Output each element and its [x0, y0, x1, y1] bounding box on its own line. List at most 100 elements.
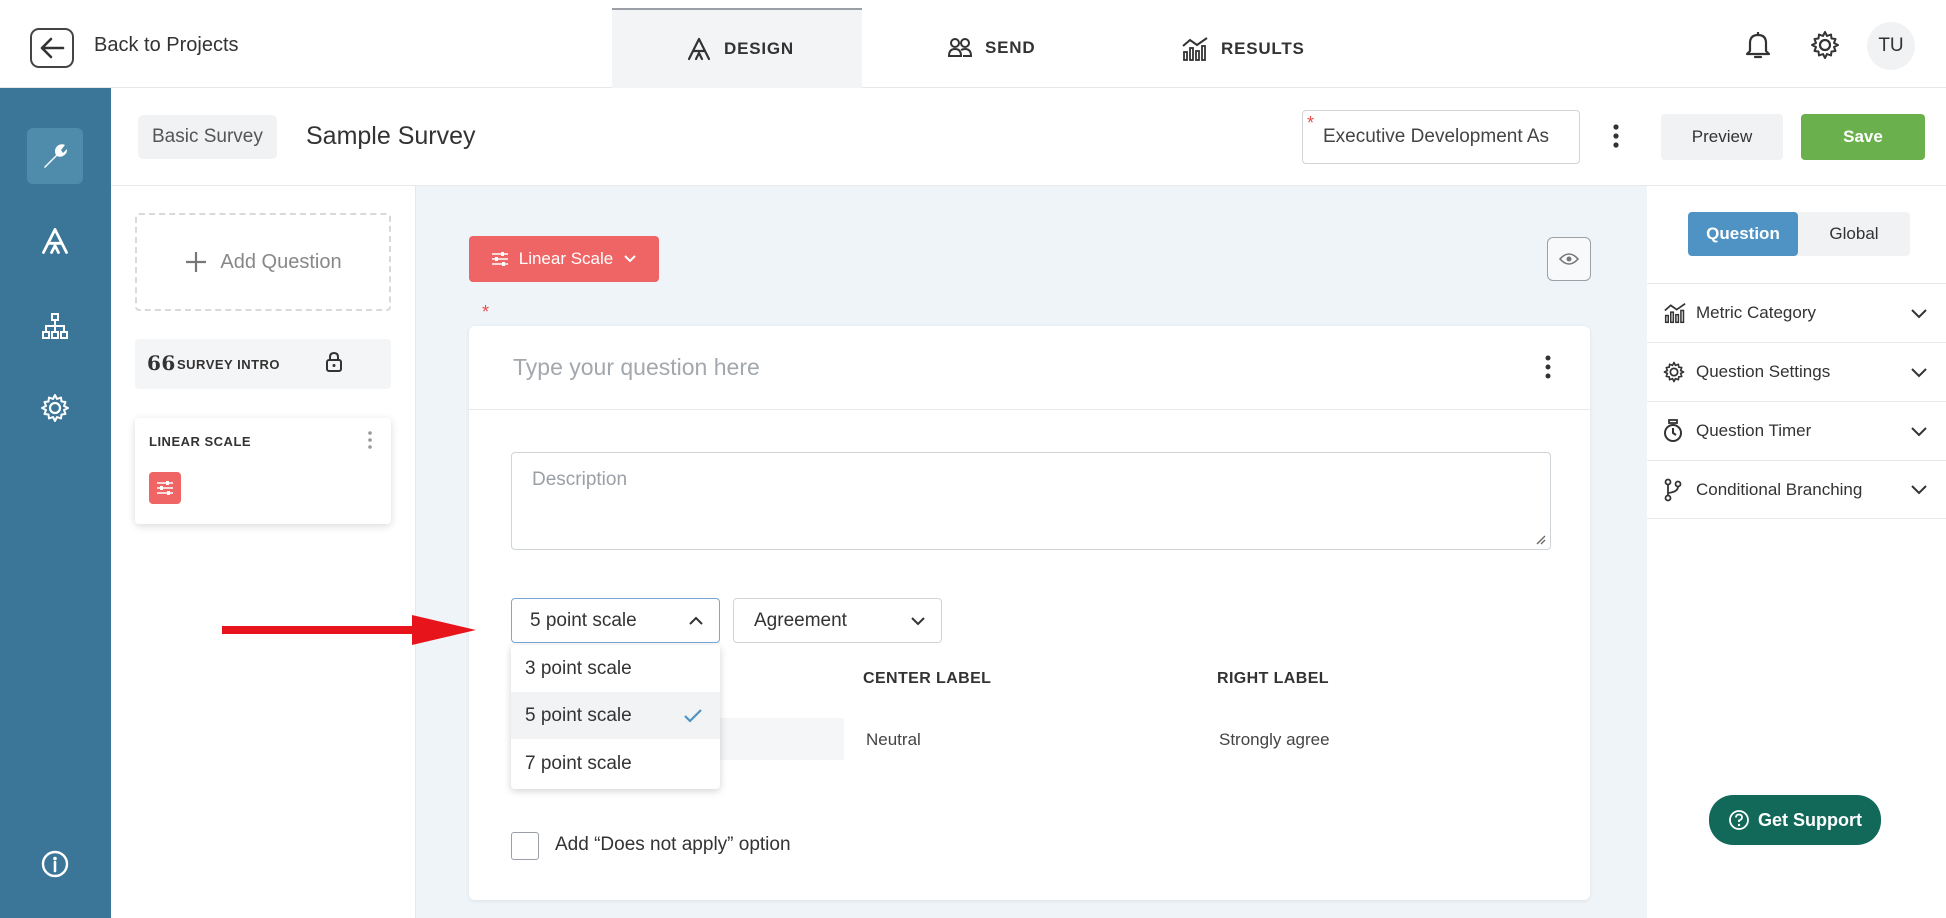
section-label: Conditional Branching [1696, 479, 1863, 499]
add-question-button[interactable]: Add Question [135, 213, 391, 311]
gear-icon [41, 394, 69, 422]
preview-button[interactable]: Preview [1661, 114, 1783, 160]
card-divider [469, 409, 1590, 410]
tab-send[interactable]: SEND [947, 36, 1035, 60]
info-icon [41, 850, 69, 878]
scale-option-5-label: 5 point scale [525, 705, 632, 726]
gear-icon [1663, 361, 1685, 383]
back-button[interactable] [30, 28, 74, 68]
right-label-input[interactable]: Strongly agree [1219, 730, 1330, 750]
survey-title[interactable]: Sample Survey [306, 122, 476, 151]
sidebar-item-info[interactable] [27, 836, 83, 892]
chevron-down-icon [1911, 485, 1927, 495]
quote-icon: 66 [147, 351, 176, 375]
project-select-value: Executive Development As [1323, 126, 1550, 147]
scale-points-dropdown-menu: 3 point scale 5 point scale 7 point scal… [511, 645, 720, 789]
section-label: Question Timer [1696, 421, 1812, 440]
label-row-background [720, 718, 844, 760]
settings-button[interactable] [1810, 30, 1840, 60]
survey-intro-item[interactable]: 66 SURVEY INTRO [135, 339, 391, 389]
sliders-icon [491, 252, 508, 266]
get-support-button[interactable]: Get Support [1709, 795, 1881, 845]
preview-question-button[interactable] [1547, 237, 1591, 281]
timer-icon [1664, 419, 1682, 442]
scale-option-7[interactable]: 7 point scale [511, 740, 720, 787]
settings-tab-group: Question Global [1688, 212, 1910, 256]
sliders-icon [157, 481, 173, 495]
scale-points-select[interactable]: 5 point scale [511, 598, 720, 643]
section-label: Metric Category [1696, 303, 1816, 322]
tab-send-label: SEND [985, 38, 1036, 57]
survey-intro-label: SURVEY INTRO [177, 357, 281, 372]
chevron-down-icon [1911, 367, 1927, 377]
save-button[interactable]: Save [1801, 114, 1925, 160]
kebab-menu-icon [1613, 124, 1619, 148]
branch-icon [1664, 478, 1682, 501]
question-card-label: LINEAR SCALE [149, 434, 252, 449]
kebab-menu-icon [1545, 355, 1551, 379]
lock-icon [326, 351, 342, 372]
eye-icon [1559, 253, 1579, 265]
question-menu-button[interactable] [1544, 354, 1552, 380]
scale-option-3[interactable]: 3 point scale [511, 645, 720, 692]
tab-question[interactable]: Question [1688, 212, 1798, 256]
notification-button[interactable] [1744, 30, 1772, 60]
more-options-button[interactable] [1612, 122, 1620, 150]
sidebar-item-design[interactable] [27, 213, 83, 269]
chevron-up-icon [689, 616, 703, 625]
scale-type-value: Agreement [754, 610, 847, 631]
red-arrow-annotation [222, 615, 476, 645]
question-card-linear-scale[interactable]: LINEAR SCALE [135, 418, 391, 524]
description-textarea[interactable]: Description [511, 452, 1551, 550]
question-type-button[interactable]: Linear Scale [469, 236, 659, 282]
wrench-icon [44, 144, 68, 168]
required-asterisk: * [1307, 113, 1315, 133]
help-circle-icon [1729, 810, 1749, 830]
sidebar-item-hierarchy[interactable] [27, 298, 83, 354]
design-icon [42, 228, 68, 254]
question-type-label: Linear Scale [518, 249, 614, 268]
description-placeholder: Description [532, 469, 628, 490]
survey-type-badge: Basic Survey [138, 115, 277, 159]
results-chart-icon [1182, 37, 1208, 61]
add-question-label: Add Question [220, 250, 342, 273]
sidebar-item-settings[interactable] [27, 380, 83, 436]
plus-icon [186, 252, 207, 272]
chevron-down-icon [624, 255, 636, 263]
sidebar-item-tools[interactable] [27, 128, 83, 184]
section-conditional-branching[interactable]: Conditional Branching [1647, 460, 1946, 519]
center-label-input[interactable]: Neutral [866, 730, 921, 750]
section-question-settings[interactable]: Question Settings [1647, 342, 1946, 401]
tab-design-label: DESIGN [724, 39, 794, 58]
project-select[interactable]: * Executive Development As [1302, 110, 1580, 164]
section-label: Question Settings [1696, 362, 1831, 381]
tab-global[interactable]: Global [1798, 212, 1910, 256]
metric-chart-icon [1664, 302, 1686, 324]
does-not-apply-checkbox[interactable] [511, 832, 539, 860]
scale-points-value: 5 point scale [530, 610, 637, 631]
resize-handle-icon[interactable] [1534, 533, 1546, 545]
kebab-menu-icon[interactable] [367, 430, 373, 450]
does-not-apply-label: Add “Does not apply” option [555, 834, 791, 855]
back-to-projects-link[interactable]: Back to Projects [94, 34, 239, 57]
question-text-input[interactable]: Type your question here [513, 354, 760, 381]
scale-option-5[interactable]: 5 point scale [511, 692, 720, 739]
section-metric-category[interactable]: Metric Category [1647, 283, 1946, 342]
checkmark-icon [684, 709, 702, 723]
right-label-header: RIGHT LABEL [1217, 670, 1329, 687]
tab-results[interactable]: RESULTS [1181, 36, 1305, 62]
linear-scale-type-badge [149, 472, 181, 504]
chevron-down-icon [911, 617, 925, 626]
users-icon [947, 38, 973, 57]
chevron-down-icon [1911, 426, 1927, 436]
center-label-header: CENTER LABEL [863, 670, 992, 687]
hierarchy-icon [42, 313, 68, 339]
design-icon [687, 37, 711, 61]
section-question-timer[interactable]: Question Timer [1647, 401, 1946, 460]
arrow-left-icon [40, 37, 65, 59]
tab-design[interactable]: DESIGN [686, 36, 794, 62]
avatar[interactable]: TU [1867, 22, 1915, 70]
gear-icon [1811, 31, 1839, 59]
scale-type-select[interactable]: Agreement [733, 598, 942, 643]
required-asterisk: * [482, 302, 490, 322]
